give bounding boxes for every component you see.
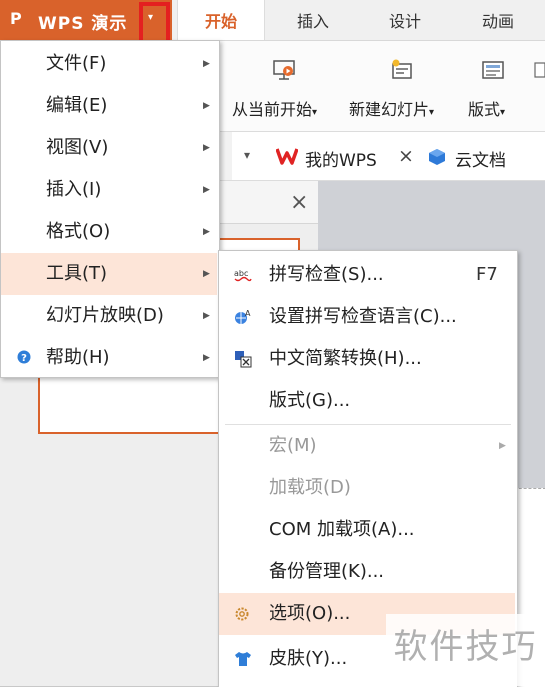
ribbon-overflow-icon [534,62,545,78]
menu-item-spellcheck[interactable]: abc 拼写检查(S)... F7 [219,254,515,296]
gear-icon [235,607,249,621]
tab-my-wps[interactable]: 我的WPS [305,146,377,171]
menu-item-tools[interactable]: 工具(T) ▶ [1,253,217,295]
new-slide-icon[interactable] [390,58,414,82]
tab-design[interactable]: 设计 [362,0,448,40]
menu-item-insert[interactable]: 插入(I) ▶ [1,169,217,211]
menu-item-edit[interactable]: 编辑(E) ▶ [1,85,217,127]
menu-item-format[interactable]: 格式(O) ▶ [1,211,217,253]
app-dropdown-menu: 文件(F) ▶ 编辑(E) ▶ 视图(V) ▶ 插入(I) ▶ 格式(O) ▶ … [0,40,220,378]
panel-close-icon[interactable]: × [290,190,308,215]
menu-item-backup[interactable]: 备份管理(K)... [219,551,515,593]
cloud-docs-icon [429,149,445,165]
svg-text:?: ? [21,353,27,364]
menu-item-chinese-convert[interactable]: 中文简繁转换(H)... [219,338,515,380]
shortcut-label: F7 [476,264,498,285]
chevron-down-icon[interactable]: ▾ [148,12,153,23]
wps-w-logo-icon [276,148,298,165]
tab-animation[interactable]: 动画 [455,0,541,40]
play-from-current-button[interactable]: 从当前开始▾ [232,96,317,120]
app-title: WPS 演示 [38,14,128,34]
menu-item-help[interactable]: ? 帮助(H) ▶ [1,337,217,379]
svg-text:A: A [245,309,251,318]
svg-text:abc: abc [234,269,248,278]
tab-list-dropdown-icon[interactable]: ▾ [244,148,250,162]
watermark: 软件技巧 [386,614,545,686]
layout-icon[interactable] [481,58,505,82]
convert-icon [235,351,252,368]
tab-insert[interactable]: 插入 [270,0,356,40]
new-slide-button[interactable]: 新建幻灯片▾ [349,96,434,120]
language-icon: A [235,309,251,324]
tab-start[interactable]: 开始 [177,0,265,40]
menu-item-macro[interactable]: 宏(M) ▶ [219,425,515,467]
layout-button[interactable]: 版式▾ [468,96,505,120]
tshirt-icon [235,652,251,666]
menu-item-layout[interactable]: 版式(G)... [219,380,515,422]
menu-item-slideshow[interactable]: 幻灯片放映(D) ▶ [1,295,217,337]
menu-item-spell-language[interactable]: A 设置拼写检查语言(C)... [219,296,515,338]
menu-item-addins[interactable]: 加载项(D) [219,467,515,509]
menu-item-com-addins[interactable]: COM 加载项(A)... [219,509,515,551]
wps-logo-icon: P [10,9,22,28]
help-icon: ? [17,350,31,364]
spellcheck-icon: abc [234,269,252,282]
close-icon[interactable]: × [398,145,414,167]
menu-item-file[interactable]: 文件(F) ▶ [1,43,217,85]
menu-item-view[interactable]: 视图(V) ▶ [1,127,217,169]
tab-cloud-docs[interactable]: 云文档 [455,146,506,171]
play-from-current-icon[interactable] [272,58,296,82]
